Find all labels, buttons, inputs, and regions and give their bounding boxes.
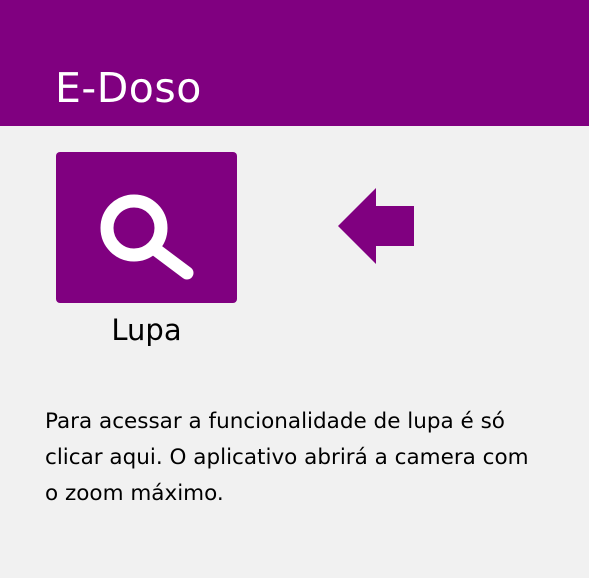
instruction-text: Para acessar a funcionalidade de lupa é …	[45, 409, 529, 506]
app-bar: E-Doso	[0, 0, 589, 126]
lupa-button[interactable]	[56, 152, 237, 303]
search-icon	[100, 194, 194, 280]
app-screen: E-Doso Lupa Para acessar a funcionalidad…	[0, 0, 589, 578]
app-title: E-Doso	[55, 64, 202, 112]
lupa-label: Lupa	[111, 313, 182, 347]
arrow-left-icon	[338, 188, 414, 264]
